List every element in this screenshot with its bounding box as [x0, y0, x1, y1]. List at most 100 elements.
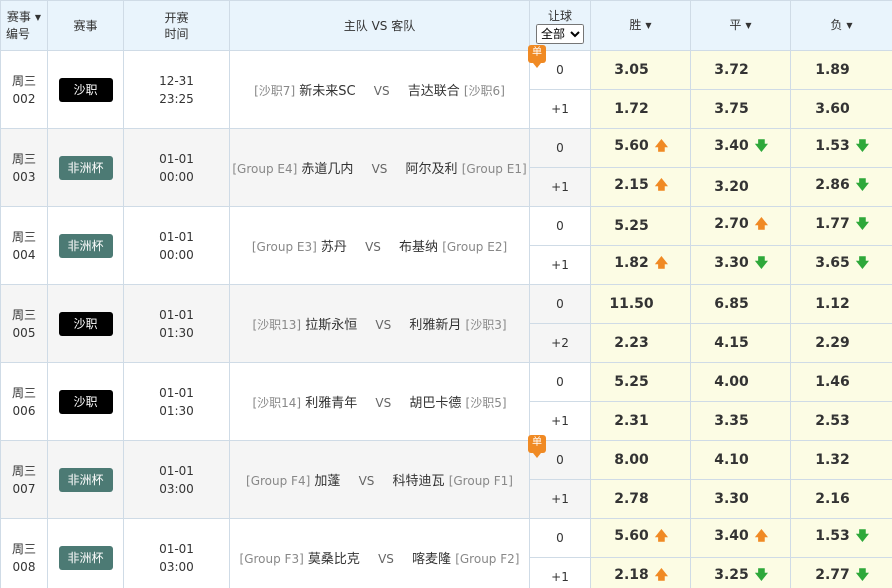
odds-win-cell[interactable]: 2.18 🡅	[590, 557, 691, 588]
odds-draw-cell[interactable]: 3.30 🡇	[690, 245, 791, 285]
odds-win-cell[interactable]: 2.23	[590, 323, 691, 363]
odds-win-cell[interactable]: 5.25	[590, 206, 691, 246]
col-id-header[interactable]: 赛事 ▼ 编号	[0, 0, 48, 51]
odds-draw-cell[interactable]: 2.70 🡅	[690, 206, 791, 246]
odds-win-cell[interactable]: 8.00	[590, 440, 691, 480]
odds-lose-cell[interactable]: 1.12	[790, 284, 892, 324]
vs-label: VS	[373, 84, 390, 98]
odds-draw-value: 6.85	[714, 296, 749, 312]
kickoff-time-cell: 01-01 03:00	[123, 518, 230, 588]
league-badge[interactable]: 非洲杯	[58, 155, 113, 180]
odds-draw-value: 2.70	[714, 216, 749, 232]
odds-draw-value: 3.75	[714, 101, 749, 117]
match-number: 005	[12, 325, 36, 340]
odds-lose-cell[interactable]: 2.29	[790, 323, 892, 363]
away-team-link[interactable]: 利雅新月	[409, 318, 461, 333]
away-team-link[interactable]: 阿尔及利	[406, 162, 458, 177]
away-team-link[interactable]: 科特迪瓦	[393, 474, 445, 489]
home-team-link[interactable]: 拉斯永恒	[305, 318, 357, 333]
arrow-down-icon: 🡇	[855, 139, 870, 154]
odds-draw-cell[interactable]: 3.40 🡇	[690, 128, 791, 168]
league-cell: 非洲杯	[47, 206, 124, 285]
match-weekday: 周三	[11, 151, 36, 166]
odds-lose-cell[interactable]: 1.89	[790, 50, 892, 90]
odds-draw-cell[interactable]: 3.20	[690, 167, 791, 207]
odds-draw-cell[interactable]: 3.75	[690, 89, 791, 129]
kickoff-time: 23:25	[159, 91, 194, 106]
home-team-link[interactable]: 苏丹	[321, 240, 347, 255]
away-team-link[interactable]: 吉达联合	[408, 84, 460, 99]
handicap-filter-select[interactable]: 全部	[536, 23, 584, 44]
match-number: 008	[12, 559, 36, 574]
odds-lose-cell[interactable]: 1.77 🡇	[790, 206, 892, 246]
match-weekday: 周三	[11, 385, 36, 400]
odds-win-cell[interactable]: 1.82 🡅	[590, 245, 691, 285]
kickoff-date: 12-31	[159, 73, 194, 88]
league-badge[interactable]: 沙职	[58, 389, 113, 414]
table-header: 赛事 ▼ 编号 赛事 开赛 时间 主队 VS 客队 让球 全部 胜 ▼ 平 ▼ 负 ▼	[0, 0, 892, 51]
odds-lose-cell[interactable]: 2.53	[790, 401, 892, 441]
away-team-link[interactable]: 胡巴卡德	[409, 396, 461, 411]
odds-lose-value: 1.53	[815, 138, 850, 154]
odds-win-cell[interactable]: 5.60 🡅	[590, 518, 691, 558]
col-draw-header[interactable]: 平 ▼	[690, 0, 791, 51]
odds-win-value: 2.23	[614, 335, 649, 351]
odds-draw-value: 4.15	[714, 335, 749, 351]
away-team-link[interactable]: 喀麦隆	[412, 552, 451, 567]
odds-lose-cell[interactable]: 2.86 🡇	[790, 167, 892, 207]
home-team-link[interactable]: 利雅青年	[305, 396, 357, 411]
col-match-label: 主队 VS 客队	[343, 18, 416, 33]
odds-lose-cell[interactable]: 1.53 🡇	[790, 128, 892, 168]
odds-draw-cell[interactable]: 3.40 🡅	[690, 518, 791, 558]
league-badge[interactable]: 非洲杯	[58, 233, 113, 258]
odds-draw-cell[interactable]: 3.72	[690, 50, 791, 90]
league-badge[interactable]: 非洲杯	[58, 467, 113, 492]
match-id-cell: 周三 008	[0, 518, 48, 588]
odds-lose-value: 1.46	[815, 374, 850, 390]
odds-win-cell[interactable]: 5.60 🡅	[590, 128, 691, 168]
handicap-value: +1	[551, 414, 569, 428]
kickoff-time-cell: 01-01 01:30	[123, 284, 230, 363]
odds-lose-cell[interactable]: 3.60	[790, 89, 892, 129]
arrow-down-icon: 🡇	[855, 178, 870, 193]
league-badge[interactable]: 非洲杯	[58, 545, 113, 570]
kickoff-time: 00:00	[159, 169, 194, 184]
odds-draw-cell[interactable]: 3.30	[690, 479, 791, 519]
odds-win-cell[interactable]: 3.05	[590, 50, 691, 90]
league-badge[interactable]: 沙职	[58, 77, 113, 102]
home-team-link[interactable]: 加蓬	[314, 474, 340, 489]
league-cell: 沙职	[47, 362, 124, 441]
arrow-up-icon: 🡅	[654, 568, 669, 583]
odds-draw-cell[interactable]: 4.15	[690, 323, 791, 363]
odds-win-cell[interactable]: 2.15 🡅	[590, 167, 691, 207]
odds-lose-cell[interactable]: 2.77 🡇	[790, 557, 892, 588]
kickoff-time: 03:00	[159, 559, 194, 574]
league-badge[interactable]: 沙职	[58, 311, 113, 336]
home-team-link[interactable]: 莫桑比克	[308, 552, 360, 567]
odds-draw-cell[interactable]: 3.35	[690, 401, 791, 441]
odds-win-cell[interactable]: 2.31	[590, 401, 691, 441]
match-id-cell: 周三 006	[0, 362, 48, 441]
odds-draw-value: 3.25	[714, 567, 749, 583]
home-team-link[interactable]: 赤道几内	[301, 162, 353, 177]
home-team-link[interactable]: 新未来SC	[299, 84, 355, 99]
league-cell: 沙职	[47, 50, 124, 129]
odds-lose-value: 2.77	[815, 567, 850, 583]
odds-lose-cell[interactable]: 1.53 🡇	[790, 518, 892, 558]
odds-win-cell[interactable]: 11.50	[590, 284, 691, 324]
odds-lose-cell[interactable]: 2.16	[790, 479, 892, 519]
odds-draw-cell[interactable]: 3.25 🡇	[690, 557, 791, 588]
odds-win-cell[interactable]: 5.25	[590, 362, 691, 402]
odds-draw-cell[interactable]: 6.85	[690, 284, 791, 324]
odds-draw-cell[interactable]: 4.00	[690, 362, 791, 402]
col-lose-header[interactable]: 负 ▼	[790, 0, 892, 51]
odds-win-cell[interactable]: 2.78	[590, 479, 691, 519]
away-team-link[interactable]: 布基纳	[399, 240, 438, 255]
odds-lose-cell[interactable]: 3.65 🡇	[790, 245, 892, 285]
single-bet-badge: 单	[528, 45, 546, 68]
col-win-header[interactable]: 胜 ▼	[590, 0, 691, 51]
odds-draw-cell[interactable]: 4.10	[690, 440, 791, 480]
odds-win-cell[interactable]: 1.72	[590, 89, 691, 129]
odds-lose-cell[interactable]: 1.32	[790, 440, 892, 480]
odds-lose-cell[interactable]: 1.46	[790, 362, 892, 402]
